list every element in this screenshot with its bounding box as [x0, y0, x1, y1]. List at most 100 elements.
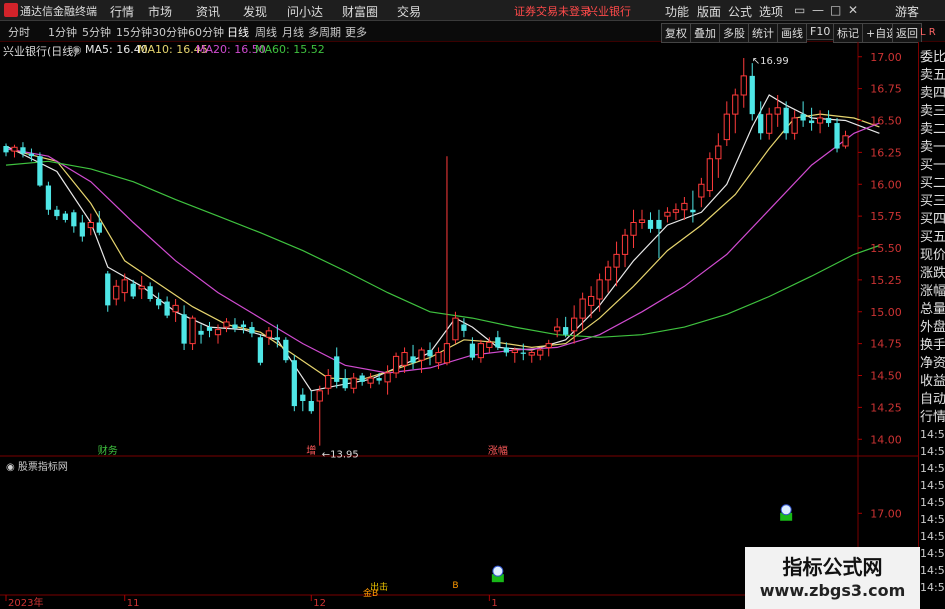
- side-field-label: 买二: [920, 176, 945, 191]
- y-tick-label: 16.00: [870, 178, 902, 191]
- tick-time: 14:5: [920, 547, 945, 560]
- panel-toggle-labels[interactable]: L R: [920, 27, 945, 38]
- candle-body: [164, 301, 170, 316]
- menu-options[interactable]: 选项: [759, 3, 783, 20]
- x-tick-label: 11: [127, 598, 140, 609]
- restore-icon[interactable]: ▭: [794, 3, 805, 17]
- period-60min[interactable]: 60分钟: [188, 24, 224, 40]
- menu-ask[interactable]: 问小达: [287, 3, 323, 20]
- adjust-button[interactable]: 复权: [661, 23, 691, 43]
- y-tick-label: 15.00: [870, 306, 902, 319]
- candle-body: [766, 113, 773, 134]
- app-title: 通达信金融终端: [20, 5, 97, 18]
- period-5min[interactable]: 5分钟: [82, 24, 111, 40]
- f10-button[interactable]: F10: [806, 23, 835, 40]
- period-monthly[interactable]: 月线: [282, 24, 304, 40]
- mark-button[interactable]: 标记: [833, 23, 863, 43]
- candle-body: [376, 378, 382, 381]
- close-icon[interactable]: ✕: [848, 3, 858, 17]
- candle-body: [62, 213, 68, 220]
- menu-discover[interactable]: 发现: [243, 3, 267, 20]
- candle-body: [325, 375, 332, 389]
- candle-body: [130, 283, 136, 297]
- period-1min[interactable]: 1分钟: [48, 24, 77, 40]
- side-field-label: 买四: [920, 212, 945, 227]
- side-field-label: 卖五: [920, 68, 945, 83]
- candle-body: [808, 120, 815, 124]
- candle-body: [401, 352, 408, 366]
- candle-body: [520, 352, 526, 354]
- event-tag[interactable]: 增: [306, 444, 316, 457]
- period-more[interactable]: 更多: [345, 24, 367, 40]
- candle-body: [283, 339, 289, 361]
- candle-body: [45, 185, 52, 210]
- side-field-label: 涨跌: [920, 266, 945, 281]
- minimize-icon[interactable]: —: [812, 3, 824, 17]
- user-guest[interactable]: 游客: [895, 3, 919, 20]
- menu-market[interactable]: 市场: [148, 3, 172, 20]
- period-daily[interactable]: 日线: [227, 24, 249, 40]
- signal-face-icon: [780, 504, 792, 516]
- side-field-label: 卖三: [920, 104, 945, 119]
- stock-title[interactable]: 兴业银行(日线): [3, 43, 78, 59]
- menu-wealth[interactable]: 财富圈: [342, 3, 378, 20]
- tick-time: 14:5: [920, 581, 945, 594]
- side-field-label: 自动: [920, 392, 945, 407]
- y-tick-label: 14.00: [870, 433, 902, 446]
- back-button[interactable]: 返回: [892, 23, 922, 43]
- kline-chart[interactable]: 17.00 16.75 16.50 16.25 16.00 15.75 15.50 15.25…: [0, 42, 918, 609]
- side-field-label: 总量: [920, 302, 945, 317]
- period-weekly[interactable]: 周线: [255, 24, 277, 40]
- y-tick-label: 15.75: [870, 210, 902, 223]
- candle-body: [156, 299, 162, 306]
- candle-body: [435, 352, 442, 364]
- candle-body: [613, 253, 620, 268]
- legend-dropdown-icon[interactable]: ◉: [72, 43, 82, 56]
- side-field-label: 行情: [920, 410, 945, 425]
- maximize-icon[interactable]: □: [830, 3, 841, 17]
- multi-stock-button[interactable]: 多股: [719, 23, 749, 43]
- candle-body: [443, 343, 451, 364]
- period-multi[interactable]: 多周期: [308, 24, 341, 40]
- candle-body: [791, 117, 798, 134]
- menu-formula[interactable]: 公式: [728, 3, 752, 20]
- tick-time: 14:5: [920, 530, 945, 543]
- candle-body: [257, 337, 264, 363]
- x-tick-label: 1: [491, 598, 497, 609]
- candle-body: [715, 145, 722, 160]
- menu-layout[interactable]: 版面: [697, 3, 721, 20]
- period-tick[interactable]: 分时: [8, 24, 30, 40]
- period-30min[interactable]: 30分钟: [152, 24, 188, 40]
- candle-body: [96, 222, 102, 233]
- period-toolbar: 分时 1分钟 5分钟 15分钟 30分钟 60分钟 日线 周线 月线 多周期 更…: [0, 21, 945, 43]
- y-tick-label: 16.50: [870, 115, 902, 128]
- overlay-button[interactable]: 叠加: [690, 23, 720, 43]
- candle-body: [698, 183, 705, 198]
- side-field-label: 涨幅: [920, 284, 945, 299]
- event-tag[interactable]: 财务: [98, 444, 118, 457]
- stock-link[interactable]: 兴业银行: [587, 3, 631, 19]
- candle-body: [189, 317, 196, 345]
- candle-body: [410, 356, 416, 363]
- menu-trade[interactable]: 交易: [397, 3, 421, 20]
- candle-body: [690, 209, 696, 213]
- candle-body: [384, 372, 391, 383]
- stats-button[interactable]: 统计: [748, 23, 778, 43]
- menu-function[interactable]: 功能: [665, 3, 689, 20]
- candle-body: [105, 273, 111, 306]
- candle-body: [477, 343, 485, 359]
- candle-body: [638, 219, 646, 223]
- login-notice[interactable]: 证券交易未登录: [514, 3, 591, 19]
- side-field-label: 外盘: [920, 320, 945, 335]
- menu-news[interactable]: 资讯: [196, 3, 220, 20]
- period-15min[interactable]: 15分钟: [116, 24, 152, 40]
- candle-body: [452, 317, 459, 341]
- candle-body: [800, 114, 806, 121]
- tick-time: 14:5: [920, 462, 945, 475]
- candle-body: [664, 211, 671, 217]
- app-logo-icon: [4, 3, 18, 17]
- candle-body: [418, 349, 425, 361]
- draw-line-button[interactable]: 画线: [777, 23, 807, 43]
- event-tag[interactable]: 涨幅: [488, 444, 508, 457]
- menu-quotes[interactable]: 行情: [110, 3, 134, 20]
